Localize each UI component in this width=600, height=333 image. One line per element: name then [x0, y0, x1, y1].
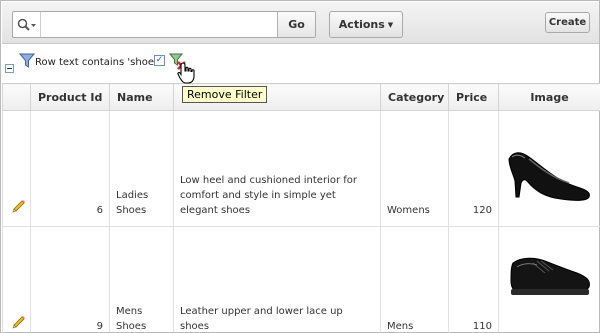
remove-filter-tooltip: Remove Filter: [182, 86, 268, 103]
image-cell: [498, 226, 600, 333]
caret-down-icon: ▼: [387, 21, 394, 29]
column-header-category[interactable]: Category: [380, 83, 449, 111]
products-table: Product Id Name Description Category Pri…: [2, 83, 600, 333]
table-row: 6 Ladies Shoes Low heel and cushioned in…: [2, 110, 600, 227]
category-cell: Womens: [380, 110, 449, 227]
price-cell: 120: [448, 110, 499, 227]
black-oxford-shoe-image: [510, 257, 590, 295]
column-header-name[interactable]: Name: [109, 83, 174, 111]
product-id-cell: 9: [30, 226, 110, 333]
search-input[interactable]: [40, 12, 288, 37]
filter-description[interactable]: Row text contains 'shoes': [35, 57, 162, 68]
description-cell: Leather upper and lower lace up shoes: [173, 226, 381, 333]
actions-label: Actions: [338, 18, 385, 31]
edit-cell[interactable]: [2, 110, 31, 227]
category-cell: Mens: [380, 226, 449, 333]
create-button[interactable]: Create: [545, 12, 590, 33]
collapse-filters-toggle[interactable]: [5, 64, 14, 73]
price-cell: 110: [448, 226, 499, 333]
filter-enabled-checkbox[interactable]: ✓: [154, 55, 165, 66]
report-toolbar: Go Actions ▼ Create: [2, 2, 599, 44]
pencil-edit-icon[interactable]: [12, 199, 26, 213]
report-region: Go Actions ▼ Create Row text contains 'sh…: [0, 0, 600, 333]
edit-cell[interactable]: [2, 226, 31, 333]
table-row: 9 Mens Shoes Leather upper and lower lac…: [2, 226, 600, 333]
actions-menu-button[interactable]: Actions ▼: [329, 11, 403, 38]
column-header-image[interactable]: Image: [498, 83, 600, 111]
table-header-row: Product Id Name Description Category Pri…: [2, 83, 600, 111]
column-header-price[interactable]: Price: [448, 83, 499, 111]
column-header-edit: [2, 83, 31, 111]
image-cell: [498, 110, 600, 227]
go-button[interactable]: Go: [277, 12, 315, 37]
name-cell: Mens Shoes: [109, 226, 174, 333]
column-header-product-id[interactable]: Product Id: [30, 83, 110, 111]
description-cell: Low heel and cushioned interior for comf…: [173, 110, 381, 227]
pencil-edit-icon[interactable]: [12, 315, 26, 329]
search-icon[interactable]: [17, 18, 37, 32]
search-bar: Go: [12, 11, 316, 38]
black-heel-shoe-image: [508, 152, 590, 201]
product-id-cell: 6: [30, 110, 110, 227]
filter-funnel-icon[interactable]: [19, 53, 35, 69]
name-cell: Ladies Shoes: [109, 110, 174, 227]
hand-cursor-icon: [177, 62, 195, 84]
